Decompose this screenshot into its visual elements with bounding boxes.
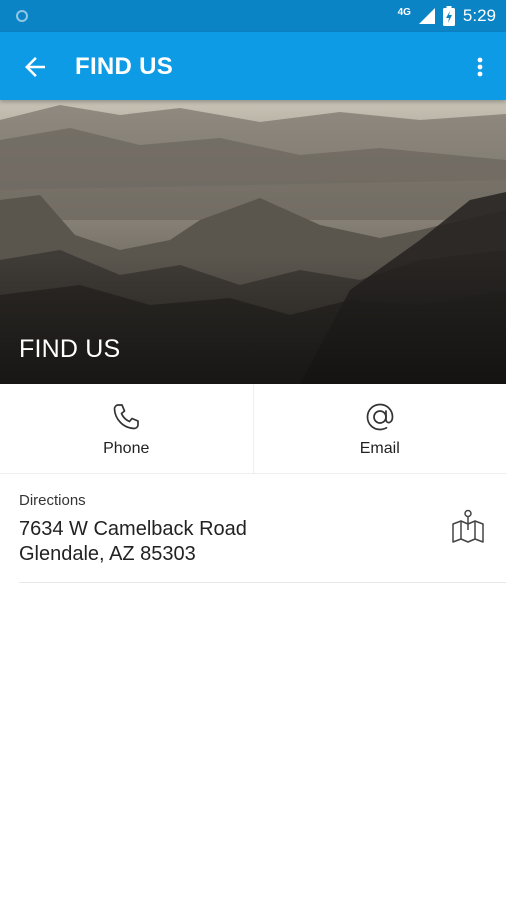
email-label: Email (359, 440, 400, 457)
page-title: FIND US (75, 53, 174, 80)
at-sign-icon (366, 403, 394, 431)
app-bar: FIND US (0, 32, 506, 100)
arrow-left-icon[interactable] (20, 52, 50, 82)
more-vert-icon[interactable] (468, 52, 492, 82)
status-bar: 4G 5:29 (0, 0, 506, 32)
hero-banner: FIND US (0, 100, 506, 384)
phone-label: Phone (103, 440, 150, 457)
divider (19, 582, 506, 583)
address-line-1: 7634 W Camelback Road (19, 518, 247, 540)
directions-row[interactable]: Directions 7634 W Camelback Road Glendal… (0, 474, 506, 584)
hero-title: FIND US (19, 335, 121, 363)
phone-icon (113, 404, 140, 430)
directions-label: Directions (19, 492, 86, 509)
address-line-2: Glendale, AZ 85303 (19, 543, 196, 565)
clock: 5:29 (462, 6, 496, 25)
map-pin-icon[interactable] (449, 508, 487, 546)
status-icons: 4G 5:29 (398, 5, 496, 27)
phone-button[interactable]: Phone (0, 384, 253, 473)
notification-icon (16, 10, 28, 22)
battery-icon (442, 6, 455, 26)
email-button[interactable]: Email (252, 384, 506, 473)
contact-actions: Phone Email (0, 384, 506, 474)
signal-icon (418, 8, 435, 24)
network-type: 4G (397, 6, 411, 18)
